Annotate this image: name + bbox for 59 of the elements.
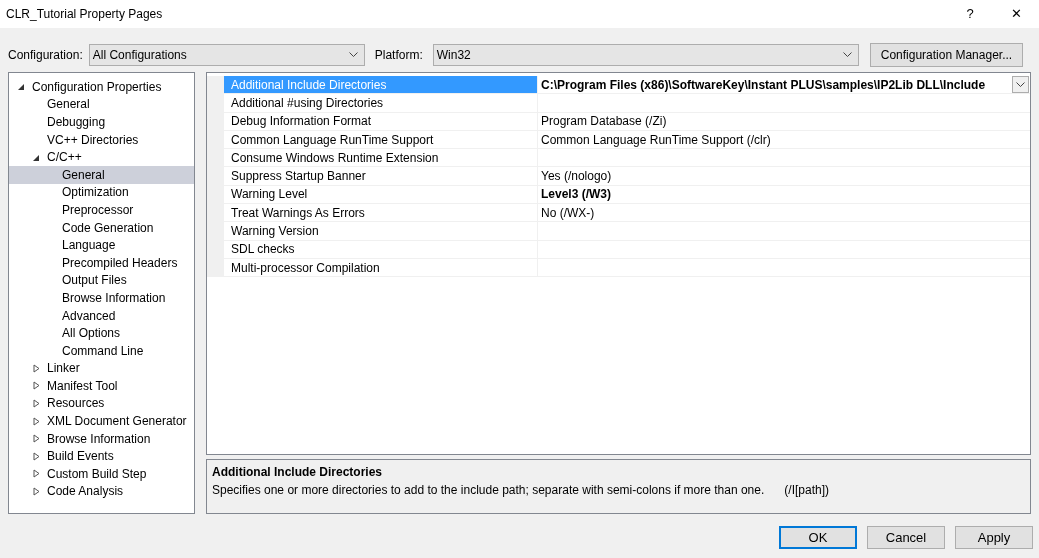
tree-item[interactable]: General	[9, 165, 194, 184]
tree-item[interactable]: Language	[9, 236, 194, 254]
property-name[interactable]: Common Language RunTime Support	[224, 130, 538, 150]
dialog-button[interactable]: Apply	[955, 526, 1033, 549]
tree-item[interactable]: Debugging	[9, 113, 194, 131]
property-name[interactable]: Multi-processor Compilation	[224, 258, 538, 278]
tree-item[interactable]: Manifest Tool	[9, 377, 194, 395]
property-name[interactable]: Additional #using Directories	[224, 94, 538, 113]
tree-item[interactable]: Optimization	[9, 183, 194, 202]
configuration-dropdown[interactable]: All Configurations	[88, 44, 365, 66]
tree-item[interactable]: Code Analysis	[9, 482, 194, 501]
property-name[interactable]: Consume Windows Runtime Extension	[224, 149, 538, 168]
property-value: Yes (/nologo)	[541, 168, 612, 186]
tree-item[interactable]: Preprocessor	[9, 201, 194, 219]
tree-item[interactable]: Browse Information	[9, 429, 194, 448]
property-name[interactable]: Suppress Startup Banner	[224, 167, 538, 186]
chevron-down-icon	[842, 52, 852, 58]
tree-item[interactable]: XML Document Generator	[9, 412, 194, 430]
property-value: No (/WX-)	[541, 204, 595, 222]
property-name[interactable]: Debug Information Format	[224, 112, 538, 131]
chevron-down-icon	[348, 52, 358, 58]
switch-text: (/I[path])	[784, 482, 829, 500]
tree-item[interactable]: Browse Information	[9, 289, 194, 307]
tree-item[interactable]: Code Generation	[9, 218, 194, 237]
configuration-manager-button[interactable]: Configuration Manager...	[869, 43, 1024, 67]
description-title: Additional Include Directories	[212, 464, 384, 482]
dialog-button[interactable]: OK	[779, 526, 857, 549]
tree-item[interactable]: Command Line	[9, 341, 194, 360]
tree-item[interactable]: Resources	[9, 394, 194, 413]
tree-item[interactable]: Linker	[9, 359, 194, 378]
property-value: Level3 (/W3)	[541, 186, 612, 204]
tree-item[interactable]: All Options	[9, 324, 194, 342]
property-value: C:\Program Files (x86)\SoftwareKey\Instant PLUS\samples\IP2Lib DLL\Include	[541, 76, 986, 94]
tree-item[interactable]: Configuration Properties	[9, 78, 194, 96]
configuration-label: Configuration:	[8, 47, 83, 64]
property-name[interactable]: Warning Version	[224, 222, 538, 241]
close-button[interactable]: ✕	[993, 0, 1039, 28]
property-value: Common Language RunTime Support (/clr)	[541, 131, 771, 149]
platform-label: Platform:	[374, 47, 423, 64]
property-name[interactable]: Warning Level	[224, 185, 538, 205]
platform-dropdown[interactable]: Win32	[432, 44, 859, 66]
tree-item[interactable]: Custom Build Step	[9, 465, 194, 483]
tree-item[interactable]: Output Files	[9, 271, 194, 290]
tree-item[interactable]: C/C++	[9, 148, 194, 166]
description-text: Specifies one or more directories to add to the include path; separate with semi-colons if more than one.	[212, 482, 765, 500]
help-button[interactable]: ?	[947, 0, 993, 28]
chevron-down-icon	[1016, 81, 1025, 88]
property-name[interactable]: Treat Warnings As Errors	[224, 204, 538, 223]
dialog-button[interactable]: Cancel	[867, 526, 945, 549]
tree-item[interactable]: Precompiled Headers	[9, 253, 194, 272]
tree-item[interactable]: General	[9, 95, 194, 114]
expanded-arrow-icon[interactable]	[17, 82, 26, 92]
property-value: Program Database (/Zi)	[541, 113, 667, 131]
dropdown-button[interactable]	[1012, 76, 1029, 94]
property-name[interactable]: SDL checks	[224, 240, 538, 259]
tree-item[interactable]: Advanced	[9, 306, 194, 325]
tree-item[interactable]: VC++ Directories	[9, 130, 194, 149]
window-title: CLR_Tutorial Property Pages	[6, 6, 163, 23]
tree-item[interactable]: Build Events	[9, 447, 194, 466]
